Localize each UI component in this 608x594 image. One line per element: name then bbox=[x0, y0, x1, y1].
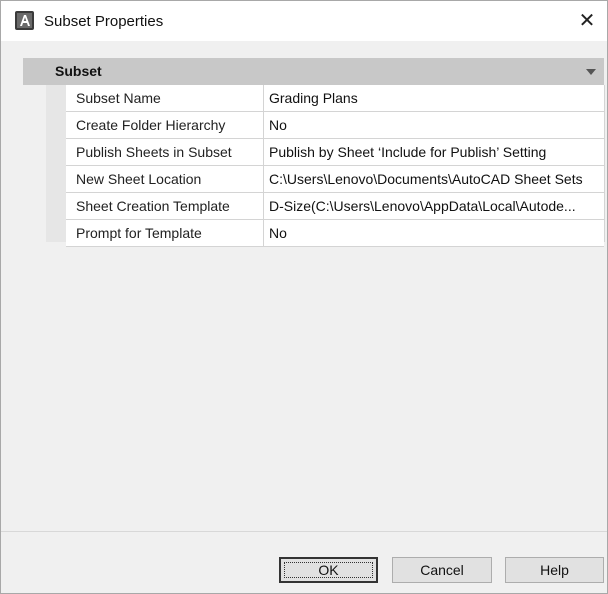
window-title: Subset Properties bbox=[44, 13, 164, 30]
close-icon[interactable]: ✕ bbox=[567, 1, 607, 41]
property-row-new-sheet-location[interactable]: New Sheet Location C:\Users\Lenovo\Docum… bbox=[66, 166, 604, 193]
title-bar[interactable]: Subset Properties ✕ bbox=[1, 1, 607, 41]
help-button-label: Help bbox=[540, 562, 569, 578]
dialog-body: Subset Subset Name Grading Plans Create … bbox=[1, 41, 607, 593]
autocad-app-icon bbox=[15, 11, 34, 30]
property-row-sheet-creation-template[interactable]: Sheet Creation Template D-Size(C:\Users\… bbox=[66, 193, 604, 220]
property-name: Publish Sheets in Subset bbox=[66, 139, 264, 165]
section-header-subset[interactable]: Subset bbox=[23, 58, 604, 85]
chevron-down-icon[interactable] bbox=[586, 69, 596, 75]
property-row-subset-name[interactable]: Subset Name Grading Plans bbox=[66, 85, 604, 112]
property-name: Prompt for Template bbox=[66, 220, 264, 246]
subset-properties-dialog: Subset Properties ✕ Subset Subset Name G… bbox=[0, 0, 608, 594]
focus-indicator bbox=[284, 562, 373, 578]
property-value[interactable]: D-Size(C:\Users\Lenovo\AppData\Local\Aut… bbox=[265, 193, 604, 219]
property-value[interactable]: No bbox=[265, 220, 604, 246]
property-row-publish-sheets[interactable]: Publish Sheets in Subset Publish by Shee… bbox=[66, 139, 604, 166]
property-value[interactable]: No bbox=[265, 112, 604, 138]
cancel-button[interactable]: Cancel bbox=[392, 557, 492, 583]
help-button[interactable]: Help bbox=[505, 557, 604, 583]
property-name: Create Folder Hierarchy bbox=[66, 112, 264, 138]
property-grid-gutter bbox=[46, 85, 66, 242]
cancel-button-label: Cancel bbox=[420, 562, 464, 578]
property-table: Subset Name Grading Plans Create Folder … bbox=[66, 85, 604, 247]
property-name: New Sheet Location bbox=[66, 166, 264, 192]
property-value[interactable]: C:\Users\Lenovo\Documents\AutoCAD Sheet … bbox=[265, 166, 604, 192]
property-name: Sheet Creation Template bbox=[66, 193, 264, 219]
property-row-prompt-for-template[interactable]: Prompt for Template No bbox=[66, 220, 604, 247]
footer-separator bbox=[1, 531, 607, 532]
property-name: Subset Name bbox=[66, 85, 264, 111]
ok-button[interactable]: OK bbox=[279, 557, 378, 583]
table-border bbox=[604, 85, 605, 242]
property-row-create-folder-hierarchy[interactable]: Create Folder Hierarchy No bbox=[66, 112, 604, 139]
property-value[interactable]: Grading Plans bbox=[265, 85, 604, 111]
property-value[interactable]: Publish by Sheet ‘Include for Publish’ S… bbox=[265, 139, 604, 165]
section-title: Subset bbox=[55, 63, 102, 79]
